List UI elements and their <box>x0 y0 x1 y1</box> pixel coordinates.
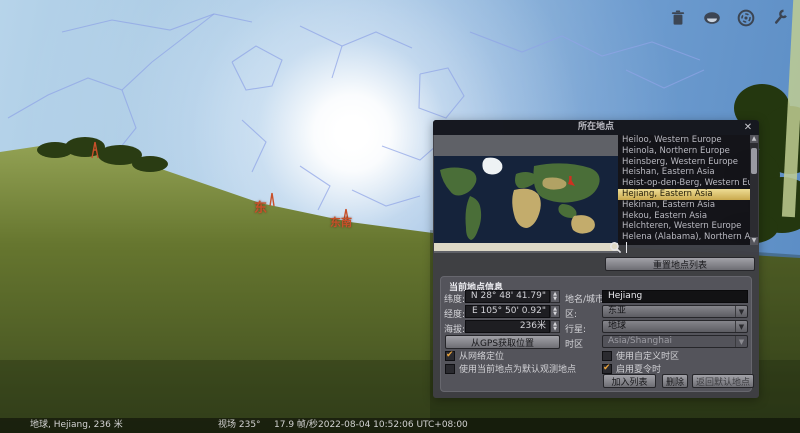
list-item[interactable]: Hekinan, Eastern Asia <box>618 200 750 211</box>
trash-icon[interactable] <box>668 8 688 28</box>
list-item[interactable]: Heishan, Eastern Asia <box>618 167 750 178</box>
timezone-label: 时区 <box>565 337 583 350</box>
list-item[interactable]: Heinola, Northern Europe <box>618 146 750 157</box>
location-dialog: 所在地点 ✕ <box>433 120 759 398</box>
location-status: 地球, Hejiang, 236 米 <box>30 418 123 433</box>
network-locate-checkbox[interactable]: ✔ 从网络定位 <box>445 349 504 362</box>
list-item[interactable]: Hekou, Eastern Asia <box>618 211 750 222</box>
dialog-titlebar[interactable]: 所在地点 ✕ <box>433 120 759 135</box>
close-icon[interactable]: ✕ <box>741 120 755 135</box>
custom-timezone-checkbox[interactable]: ✔ 使用自定义时区 <box>602 349 679 362</box>
checkbox-box: ✔ <box>602 351 612 361</box>
cardinal-southeast-label: 东南 <box>330 214 352 230</box>
location-list: Heiloo, Western EuropeHeinola, Northern … <box>618 135 750 245</box>
checkbox-label: 使用当前地点为默认观测地点 <box>459 362 576 375</box>
list-item[interactable]: Hejiang, Eastern Asia <box>618 189 750 200</box>
default-location-checkbox[interactable]: ✔ 使用当前地点为默认观测地点 <box>445 362 576 375</box>
fps-status: 17.9 帧/秒 <box>274 418 318 433</box>
check-icon: ✔ <box>446 350 454 360</box>
reset-list-button[interactable]: 重置地点列表 <box>605 257 755 271</box>
status-bar: 地球, Hejiang, 236 米 视场 235° 17.9 帧/秒 2022… <box>0 418 800 433</box>
altitude-spinner[interactable]: ▲▼ <box>550 320 560 333</box>
altitude-label: 海拔: <box>444 322 465 335</box>
chevron-down-icon: ▼ <box>735 321 747 332</box>
region-label: 区: <box>565 307 577 320</box>
list-scrollbar[interactable]: ▲ ▼ <box>750 135 758 245</box>
search-row <box>609 241 755 254</box>
chevron-down-icon: ▼ <box>735 306 747 317</box>
scroll-up-icon[interactable]: ▲ <box>750 135 758 143</box>
fov-status: 视场 235° <box>218 418 261 433</box>
timezone-select: Asia/Shanghai ▼ <box>602 335 748 348</box>
region-value: 东亚 <box>608 306 626 316</box>
check-icon: ✔ <box>603 363 611 373</box>
top-toolbar <box>668 8 790 28</box>
world-map-image <box>434 156 618 251</box>
world-map[interactable] <box>434 135 618 253</box>
longitude-field[interactable]: E 105° 50' 0.92" <box>465 305 550 318</box>
city-name-input[interactable]: Hejiang <box>602 290 748 303</box>
checkbox-box: ✔ <box>602 364 612 374</box>
planet-label: 行星: <box>565 322 586 335</box>
name-label: 地名/城市: <box>565 292 607 305</box>
latitude-field[interactable]: N 28° 48' 41.79" <box>465 290 550 303</box>
cardinal-east-label: 东 <box>254 197 267 216</box>
scroll-handle[interactable] <box>751 148 757 174</box>
region-select[interactable]: 东亚 ▼ <box>602 305 748 318</box>
checkbox-label: 使用自定义时区 <box>616 349 679 362</box>
screen-icon[interactable] <box>702 8 722 28</box>
delete-button[interactable]: 删除 <box>662 374 688 388</box>
datetime-status: 2022-08-04 10:52:06 UTC+08:00 <box>318 418 468 433</box>
chevron-down-icon: ▼ <box>735 336 747 347</box>
list-item[interactable]: Helchteren, Western Europe <box>618 221 750 232</box>
wrench-icon[interactable] <box>770 8 790 28</box>
location-search-input[interactable] <box>609 241 755 254</box>
checkbox-label: 从网络定位 <box>459 349 504 362</box>
gps-button[interactable]: 从GPS获取位置 <box>445 335 560 349</box>
planet-value: 地球 <box>608 321 626 331</box>
dialog-title: 所在地点 <box>578 122 614 132</box>
list-item[interactable]: Heiloo, Western Europe <box>618 135 750 146</box>
satellite-dish-icon[interactable] <box>736 8 756 28</box>
checkbox-box: ✔ <box>445 351 455 361</box>
longitude-label: 经度: <box>444 307 465 320</box>
timezone-value: Asia/Shanghai <box>608 336 672 346</box>
planet-select[interactable]: 地球 ▼ <box>602 320 748 333</box>
list-item[interactable]: Heist-op-den-Berg, Western Europe <box>618 178 750 189</box>
checkbox-box: ✔ <box>445 364 455 374</box>
stellarium-app: 东 东南 所在地点 ✕ <box>0 0 800 433</box>
return-default-button[interactable]: 返回默认地点 <box>692 374 754 388</box>
longitude-spinner[interactable]: ▲▼ <box>550 305 560 318</box>
list-item[interactable]: Heinsberg, Western Europe <box>618 157 750 168</box>
add-to-list-button[interactable]: 加入列表 <box>603 374 656 388</box>
latitude-spinner[interactable]: ▲▼ <box>550 290 560 303</box>
latitude-label: 纬度: <box>444 292 465 305</box>
altitude-field[interactable]: 236米 <box>465 320 550 333</box>
